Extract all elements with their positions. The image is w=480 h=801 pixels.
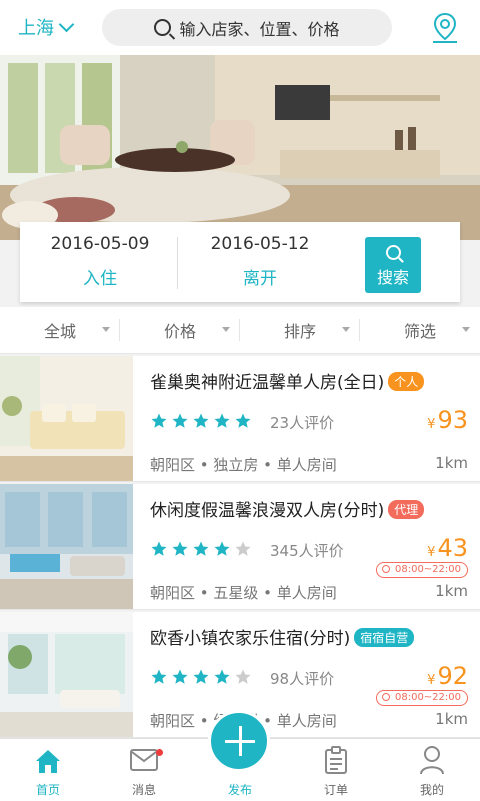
filter-area[interactable]: 全城 bbox=[0, 307, 120, 353]
search-icon bbox=[154, 19, 172, 36]
clipboard-icon bbox=[325, 746, 347, 774]
filter-label: 价格 bbox=[163, 322, 196, 341]
tab-orders[interactable]: 订单 bbox=[288, 739, 384, 801]
rating-stars bbox=[150, 668, 252, 686]
listing-photo bbox=[0, 612, 133, 737]
star-empty-icon bbox=[235, 669, 251, 684]
home-icon bbox=[36, 750, 60, 773]
rating-stars bbox=[150, 540, 252, 558]
listing-meta: 朝阳区 • 独立房 • 单人房间 bbox=[150, 456, 337, 474]
checkout-label: 离开 bbox=[243, 269, 277, 289]
mail-icon bbox=[130, 749, 158, 771]
divider bbox=[177, 237, 178, 289]
star-filled-icon bbox=[151, 541, 167, 556]
time-window-badge: 08:00~22:00 bbox=[375, 562, 468, 578]
star-filled-icon bbox=[214, 413, 230, 428]
tab-label: 我的 bbox=[419, 783, 444, 797]
search-icon bbox=[385, 245, 401, 260]
review-count: 98人评价 bbox=[270, 670, 335, 688]
listing-item[interactable]: 雀巢奥神附近温馨单人房(全日) 个人 23人评价 ¥93 朝阳区 • 独立房 • … bbox=[0, 356, 480, 482]
filter-label: 筛选 bbox=[403, 322, 436, 341]
star-filled-icon bbox=[193, 541, 209, 556]
review-count: 23人评价 bbox=[270, 414, 335, 432]
star-filled-icon bbox=[172, 413, 188, 428]
search-placeholder: 输入店家、位置、价格 bbox=[179, 19, 340, 39]
filter-label: 全城 bbox=[43, 322, 76, 341]
star-filled-icon bbox=[193, 413, 209, 428]
listing-price: ¥92 bbox=[427, 662, 468, 690]
top-bar: 上海 输入店家、位置、价格 bbox=[0, 0, 480, 55]
tab-label: 消息 bbox=[131, 783, 156, 797]
tab-profile[interactable]: 我的 bbox=[384, 739, 480, 801]
city-label: 上海 bbox=[18, 18, 54, 39]
user-icon bbox=[420, 746, 444, 775]
star-filled-icon bbox=[235, 413, 251, 428]
publish-plus-button[interactable] bbox=[208, 710, 270, 772]
listing-meta: 朝阳区 • 五星级 • 单人房间 bbox=[150, 584, 337, 602]
search-button[interactable]: 搜索 bbox=[365, 237, 421, 293]
filter-bar: 全城 价格 排序 筛选 bbox=[0, 307, 480, 354]
rating-stars bbox=[150, 412, 252, 430]
star-empty-icon bbox=[235, 541, 251, 556]
filter-sort[interactable]: 排序 bbox=[240, 307, 360, 353]
listing-badge: 代理 bbox=[388, 500, 425, 519]
review-count: 345人评价 bbox=[270, 542, 344, 560]
listing-photo bbox=[0, 484, 133, 609]
chevron-down-icon bbox=[58, 16, 75, 33]
tab-label: 发布 bbox=[227, 783, 252, 797]
search-bar[interactable]: 输入店家、位置、价格 bbox=[102, 9, 392, 46]
living-room-illustration bbox=[0, 55, 480, 240]
listing-badge: 个人 bbox=[388, 372, 425, 391]
checkout-date: 2016-05-12 bbox=[210, 234, 310, 254]
filter-label: 排序 bbox=[283, 322, 316, 341]
filter-more[interactable]: 筛选 bbox=[360, 307, 480, 353]
search-button-label: 搜索 bbox=[376, 268, 409, 287]
time-window-badge: 08:00~22:00 bbox=[375, 690, 468, 706]
star-filled-icon bbox=[172, 669, 188, 684]
tab-label: 首页 bbox=[35, 783, 60, 797]
date-picker-card: 2016-05-09 入住 2016-05-12 离开 搜索 bbox=[20, 222, 460, 302]
listing-photo bbox=[0, 356, 133, 481]
checkin-date: 2016-05-09 bbox=[50, 234, 150, 254]
star-filled-icon bbox=[151, 413, 167, 428]
listing-badge: 宿宿自营 bbox=[354, 628, 415, 647]
listing-price: ¥93 bbox=[427, 406, 468, 434]
dropdown-arrow-icon bbox=[222, 327, 230, 332]
tab-home[interactable]: 首页 bbox=[0, 739, 96, 801]
listing-title: 欧香小镇农家乐住宿(分时) 宿宿自营 bbox=[150, 624, 415, 649]
star-filled-icon bbox=[214, 669, 230, 684]
listing-distance: 1km bbox=[435, 454, 468, 472]
listing-item[interactable]: 休闲度假温馨浪漫双人房(分时) 代理 345人评价 ¥43 08:00~22:00… bbox=[0, 484, 480, 610]
star-filled-icon bbox=[151, 669, 167, 684]
hero-banner-image[interactable] bbox=[0, 55, 480, 240]
tab-label: 订单 bbox=[323, 783, 348, 797]
star-filled-icon bbox=[214, 541, 230, 556]
dropdown-arrow-icon bbox=[342, 327, 350, 332]
listing-title: 休闲度假温馨浪漫双人房(分时) 代理 bbox=[150, 496, 425, 521]
star-filled-icon bbox=[193, 669, 209, 684]
checkout-picker[interactable]: 2016-05-12 离开 bbox=[180, 234, 340, 289]
unread-dot bbox=[156, 749, 163, 756]
checkin-picker[interactable]: 2016-05-09 入住 bbox=[20, 234, 180, 289]
listing-distance: 1km bbox=[435, 582, 468, 600]
dropdown-arrow-icon bbox=[462, 327, 470, 332]
checkin-label: 入住 bbox=[83, 269, 117, 289]
tab-messages[interactable]: 消息 bbox=[96, 739, 192, 801]
listing-distance: 1km bbox=[435, 710, 468, 728]
listing-price: ¥43 bbox=[427, 534, 468, 562]
star-filled-icon bbox=[172, 541, 188, 556]
listing-title: 雀巢奥神附近温馨单人房(全日) 个人 bbox=[150, 368, 425, 393]
city-selector[interactable]: 上海 bbox=[18, 14, 75, 40]
dropdown-arrow-icon bbox=[102, 327, 110, 332]
location-pin-icon[interactable] bbox=[430, 11, 460, 45]
filter-price[interactable]: 价格 bbox=[120, 307, 240, 353]
